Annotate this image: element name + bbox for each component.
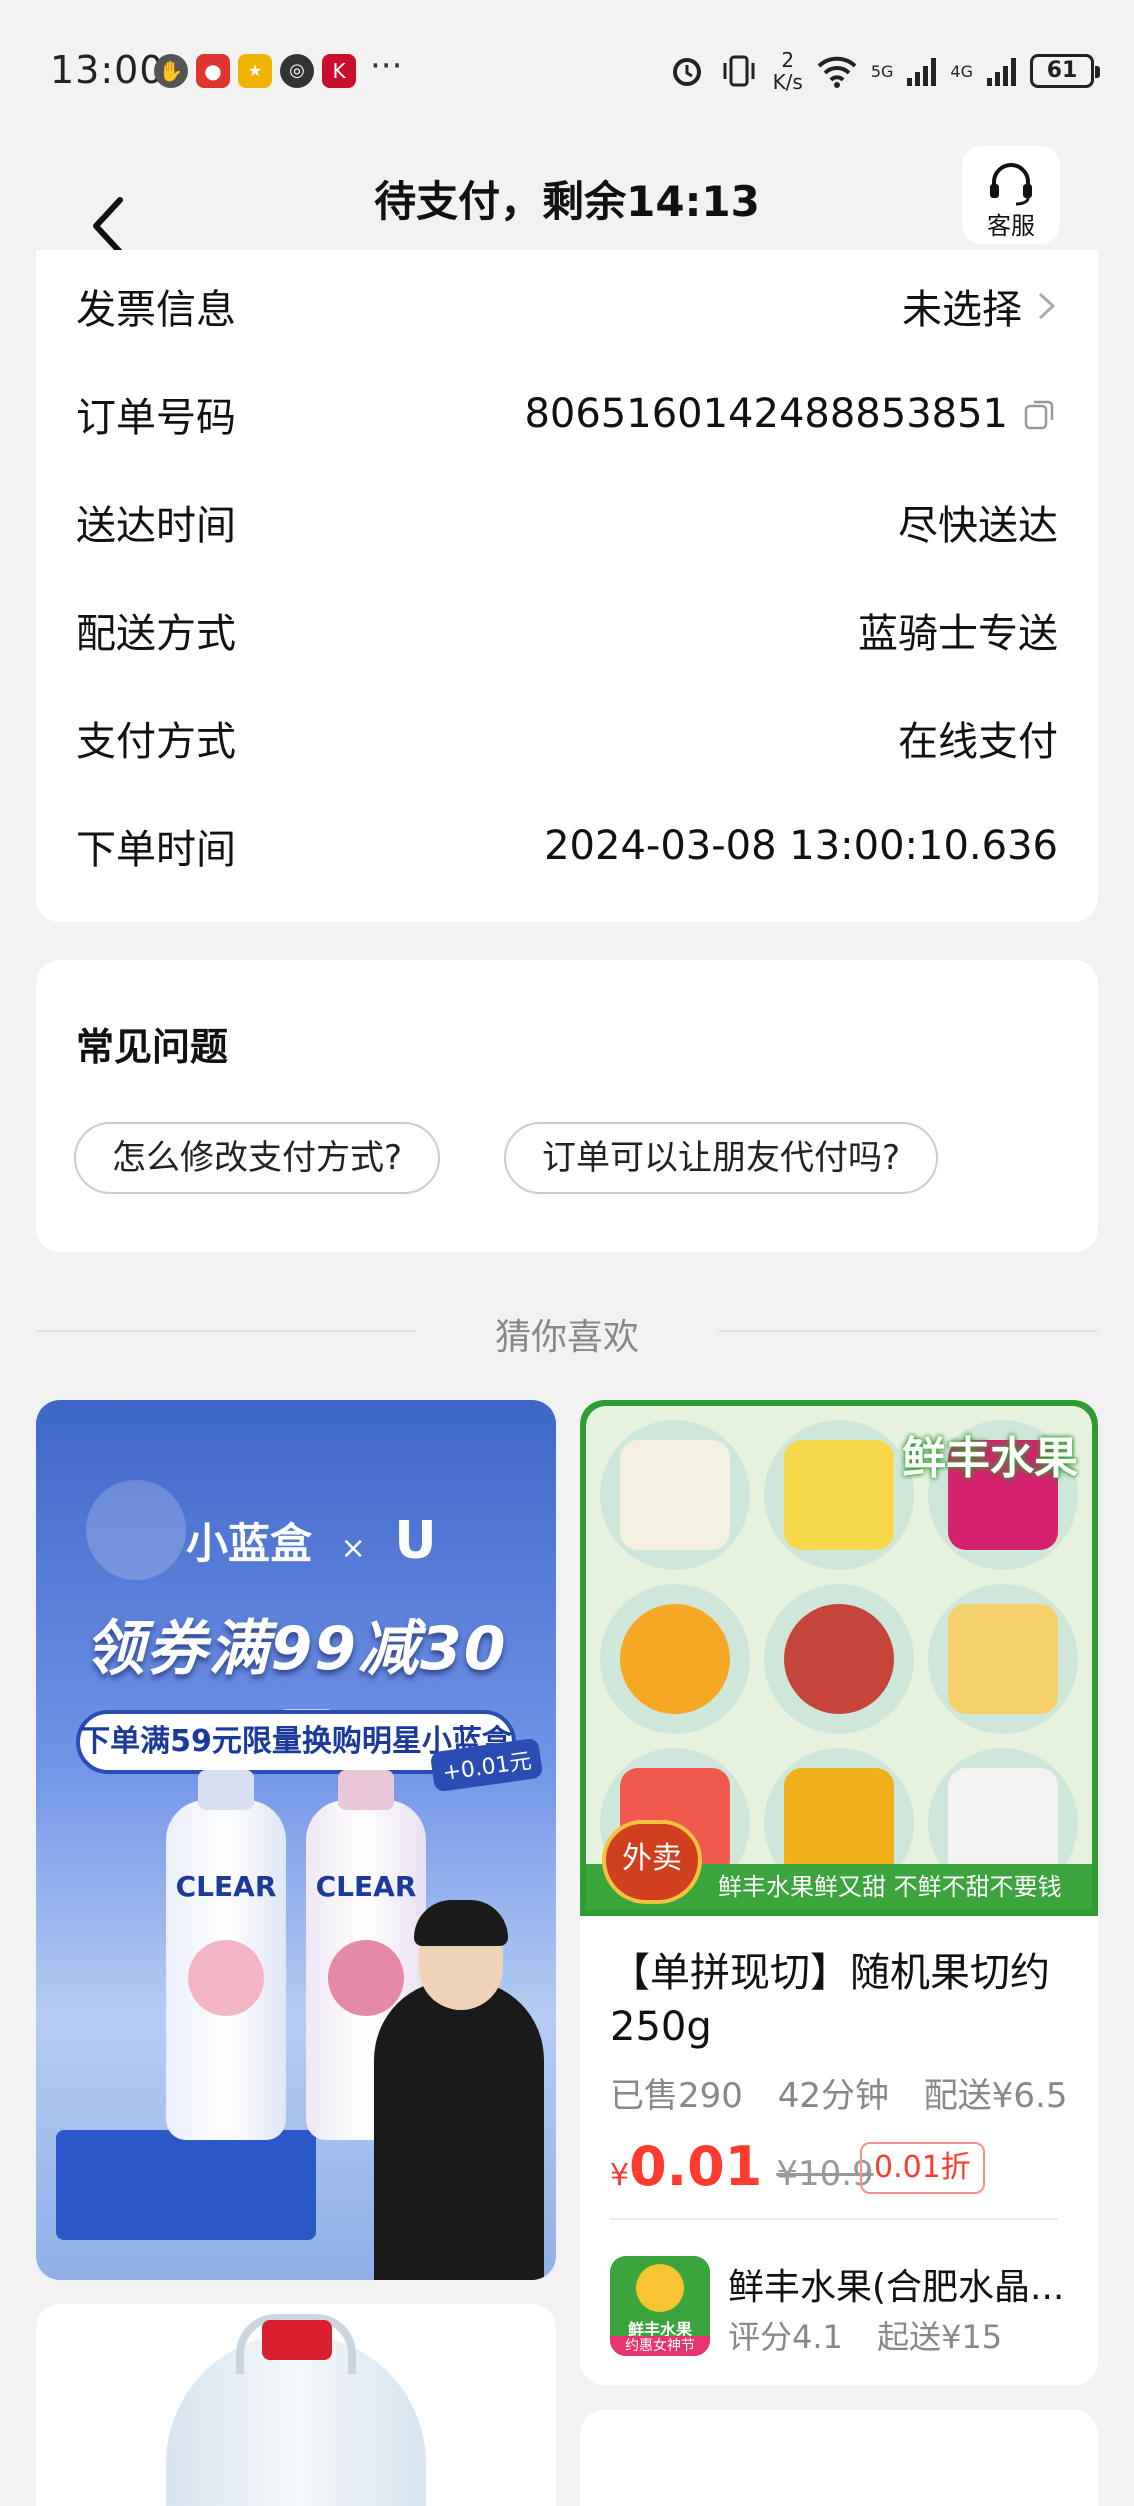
row-value: 在线支付 <box>898 719 1058 765</box>
gift-box-image <box>56 2130 316 2240</box>
delivery-method-row: 配送方式 蓝骑士专送 <box>76 600 1058 660</box>
ad-brand-logo: 小蓝盒 × U <box>186 1511 437 1571</box>
alarm-icon <box>672 58 701 86</box>
product-price: ¥0.01 ¥10.9 <box>610 2135 874 2198</box>
row-value: 尽快送达 <box>898 503 1058 549</box>
chevron-right-icon <box>1038 292 1056 320</box>
shop-meta: 评分4.1 起送¥15 <box>728 2312 1026 2358</box>
row-value: 8065160142488853851 <box>524 391 1008 437</box>
faq-question-chip[interactable]: 订单可以让朋友代付吗? <box>504 1122 939 1194</box>
customer-service-button[interactable]: 客服 <box>962 146 1060 244</box>
row-value: 蓝骑士专送 <box>858 611 1058 657</box>
kfc-icon: K <box>322 54 356 88</box>
delivery-eta: 42分钟 <box>777 2076 889 2116</box>
sim1-label: 5G <box>870 61 894 81</box>
order-time-row: 下单时间 2024-03-08 13:00:10.636 <box>76 816 1058 876</box>
ad-banner[interactable]: 小蓝盒 × U 领券满99减30元 下单满59元限量换购明星小蓝盒 +0.01元… <box>36 1400 556 2280</box>
shop-min-order: 起送¥15 <box>877 2318 1003 2356</box>
row-value: 未选择 <box>902 287 1022 333</box>
status-time: 13:00 <box>50 48 165 92</box>
row-label: 发票信息 <box>76 287 236 333</box>
row-label: 下单时间 <box>76 827 236 873</box>
app-notification-icon: ★ <box>238 54 272 88</box>
status-bar: 13:00 ✋ ● ★ ◎ K ··· 2 K/s 5G 4G 61 <box>0 0 1134 140</box>
recommend-title: 猜你喜欢 <box>494 1317 639 1358</box>
payment-method-row: 支付方式 在线支付 <box>76 708 1058 768</box>
product-name: 【单拼现切】随机果切约250g <box>610 1950 1050 2050</box>
more-notifications: ··· <box>370 46 403 86</box>
sim2-label: 4G <box>950 61 973 81</box>
celebrity-image <box>374 1900 544 2280</box>
delivery-fee: 配送¥6.5 <box>923 2076 1068 2116</box>
smile-icon <box>636 2264 684 2312</box>
row-label: 送达时间 <box>76 503 236 549</box>
sold-count: 已售290 <box>610 2076 743 2116</box>
battery-icon: 61 <box>1030 54 1100 88</box>
invoice-row[interactable]: 发票信息 未选择 <box>76 276 1058 336</box>
row-value: 2024-03-08 13:00:10.636 <box>544 823 1058 869</box>
wifi-icon <box>817 56 857 88</box>
shop-logo: 鲜丰水果 约惠女神节 <box>610 2256 710 2356</box>
row-label: 配送方式 <box>76 611 236 657</box>
takeaway-badge: 外卖 <box>602 1820 702 1904</box>
row-label: 订单号码 <box>76 395 236 441</box>
wechat-icon: ◎ <box>280 54 314 88</box>
row-label: 支付方式 <box>76 719 236 765</box>
net-speed: 2 K/s <box>772 48 803 94</box>
signal-icon <box>987 56 1016 86</box>
faq-title: 常见问题 <box>76 1025 229 1069</box>
copy-icon[interactable] <box>1022 396 1058 432</box>
recommend-divider: 猜你喜欢 <box>36 1300 1098 1360</box>
product-card[interactable]: 鲜丰水果 鲜丰水果鲜又甜 不鲜不甜不要钱 外卖 【单拼现切】随机果切约250g … <box>580 1400 1098 2385</box>
delivery-time-row: 送达时间 尽快送达 <box>76 492 1058 552</box>
order-info-card: 发票信息 未选择 订单号码 8065160142488853851 送达时间 尽… <box>36 250 1098 922</box>
faq-question-chip[interactable]: 怎么修改支付方式? <box>74 1122 441 1194</box>
discount-badge: 0.01折 <box>860 2142 985 2194</box>
fruit-brand-text: 鲜丰水果 <box>902 1433 1078 1484</box>
hand-icon: ✋ <box>154 54 188 88</box>
unilever-logo: U <box>394 1511 437 1571</box>
product-card[interactable] <box>36 2304 556 2506</box>
product-card[interactable] <box>580 2410 1098 2506</box>
headset-icon <box>990 163 1032 206</box>
app-notification-icon: ● <box>196 54 230 88</box>
product-meta: 已售290 42分钟 配送¥6.5 <box>610 2068 1092 2117</box>
order-number-row: 订单号码 8065160142488853851 <box>76 384 1058 444</box>
vibrate-icon <box>723 55 755 87</box>
product-image: 鲜丰水果 鲜丰水果鲜又甜 不鲜不甜不要钱 外卖 <box>580 1400 1098 1916</box>
signal-icon <box>907 56 937 86</box>
shampoo-bottle-image: CLEAR <box>166 1770 286 2140</box>
shop-rating: 评分4.1 <box>728 2318 843 2356</box>
status-right: 2 K/s 5G 4G 61 <box>669 48 1100 94</box>
shop-name[interactable]: 鲜丰水果(合肥水晶... <box>728 2258 1068 2310</box>
faq-card: 常见问题 怎么修改支付方式? 订单可以让朋友代付吗? <box>36 960 1098 1252</box>
service-label: 客服 <box>987 212 1035 240</box>
